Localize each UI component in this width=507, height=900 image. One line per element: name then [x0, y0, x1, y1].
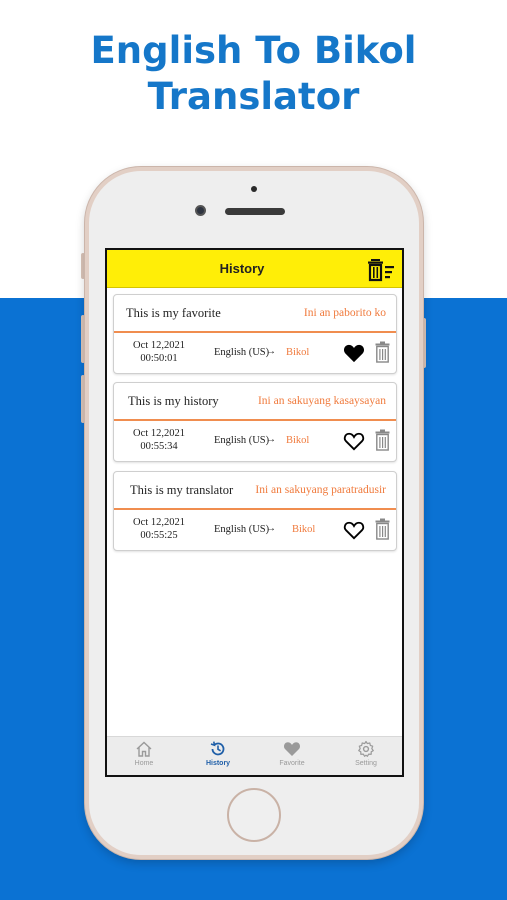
date-text: Oct 12,2021	[133, 340, 185, 351]
target-language: Bikol	[292, 524, 316, 535]
source-text: This is my favorite	[126, 306, 221, 320]
source-language: English (US)	[214, 435, 270, 446]
tab-favorite[interactable]: Favorite	[255, 740, 329, 774]
arrow-right-icon: →	[266, 434, 276, 445]
tab-label: History	[205, 760, 231, 767]
front-camera	[195, 205, 206, 216]
source-language: English (US)	[214, 347, 270, 358]
history-card[interactable]: This is my favorite Ini an paborito ko O…	[113, 294, 397, 374]
target-text: Ini an paborito ko	[303, 307, 386, 319]
timestamp: Oct 12,2021 00:55:34	[124, 427, 194, 453]
phone-sensor	[251, 186, 257, 192]
bottom-tab-bar: Home History Favorite Setting	[107, 736, 402, 775]
time-text: 00:55:25	[140, 530, 178, 541]
phone-speaker	[225, 208, 285, 215]
app-bar: History	[107, 250, 402, 288]
timestamp: Oct 12,2021 00:55:25	[124, 516, 194, 542]
history-icon	[210, 741, 225, 756]
trash-icon[interactable]	[375, 518, 390, 540]
target-text: Ini an sakuyang kasaysayan	[257, 395, 386, 407]
history-card[interactable]: This is my translator Ini an sakuyang pa…	[113, 471, 397, 551]
trash-icon[interactable]	[375, 341, 390, 363]
tab-home[interactable]: Home	[107, 740, 181, 774]
translation-row: This is my favorite Ini an paborito ko	[114, 295, 396, 333]
promo-headline: English To Bikol Translator	[0, 28, 507, 120]
heart-icon	[283, 742, 301, 756]
tab-setting[interactable]: Setting	[329, 740, 402, 774]
clear-all-icon[interactable]	[367, 258, 395, 282]
translation-row: This is my translator Ini an sakuyang pa…	[114, 472, 396, 510]
target-text: Ini an sakuyang paratradusir	[255, 484, 386, 496]
source-text: This is my translator	[130, 483, 234, 497]
timestamp: Oct 12,2021 00:50:01	[124, 339, 194, 365]
tab-label: Home	[134, 760, 154, 767]
target-language: Bikol	[286, 435, 310, 446]
target-language: Bikol	[286, 347, 310, 358]
trash-icon[interactable]	[375, 429, 390, 451]
source-text: This is my history	[128, 394, 219, 408]
time-text: 00:55:34	[140, 441, 178, 452]
tab-label: Favorite	[279, 760, 305, 767]
tab-history[interactable]: History	[181, 740, 255, 774]
arrow-right-icon: →	[266, 523, 276, 534]
tab-label: Setting	[355, 760, 377, 767]
time-text: 00:50:01	[140, 353, 178, 364]
heart-outline-icon[interactable]	[343, 520, 365, 540]
gear-icon	[358, 740, 374, 757]
headline-line-1: English To Bikol	[90, 29, 417, 72]
translation-row: This is my history Ini an sakuyang kasay…	[114, 383, 396, 421]
headline-line-2: Translator	[147, 75, 360, 118]
date-text: Oct 12,2021	[133, 428, 185, 439]
date-text: Oct 12,2021	[133, 517, 185, 528]
heart-filled-icon[interactable]	[343, 343, 365, 363]
source-language: English (US)	[214, 524, 270, 535]
history-card[interactable]: This is my history Ini an sakuyang kasay…	[113, 382, 397, 462]
heart-outline-icon[interactable]	[343, 431, 365, 451]
page-title: History	[219, 261, 265, 276]
arrow-right-icon: →	[266, 346, 276, 357]
phone-home-button	[227, 788, 281, 842]
home-icon	[136, 741, 152, 757]
app-screen: History This is my favorite Ini an pabor…	[105, 248, 404, 777]
